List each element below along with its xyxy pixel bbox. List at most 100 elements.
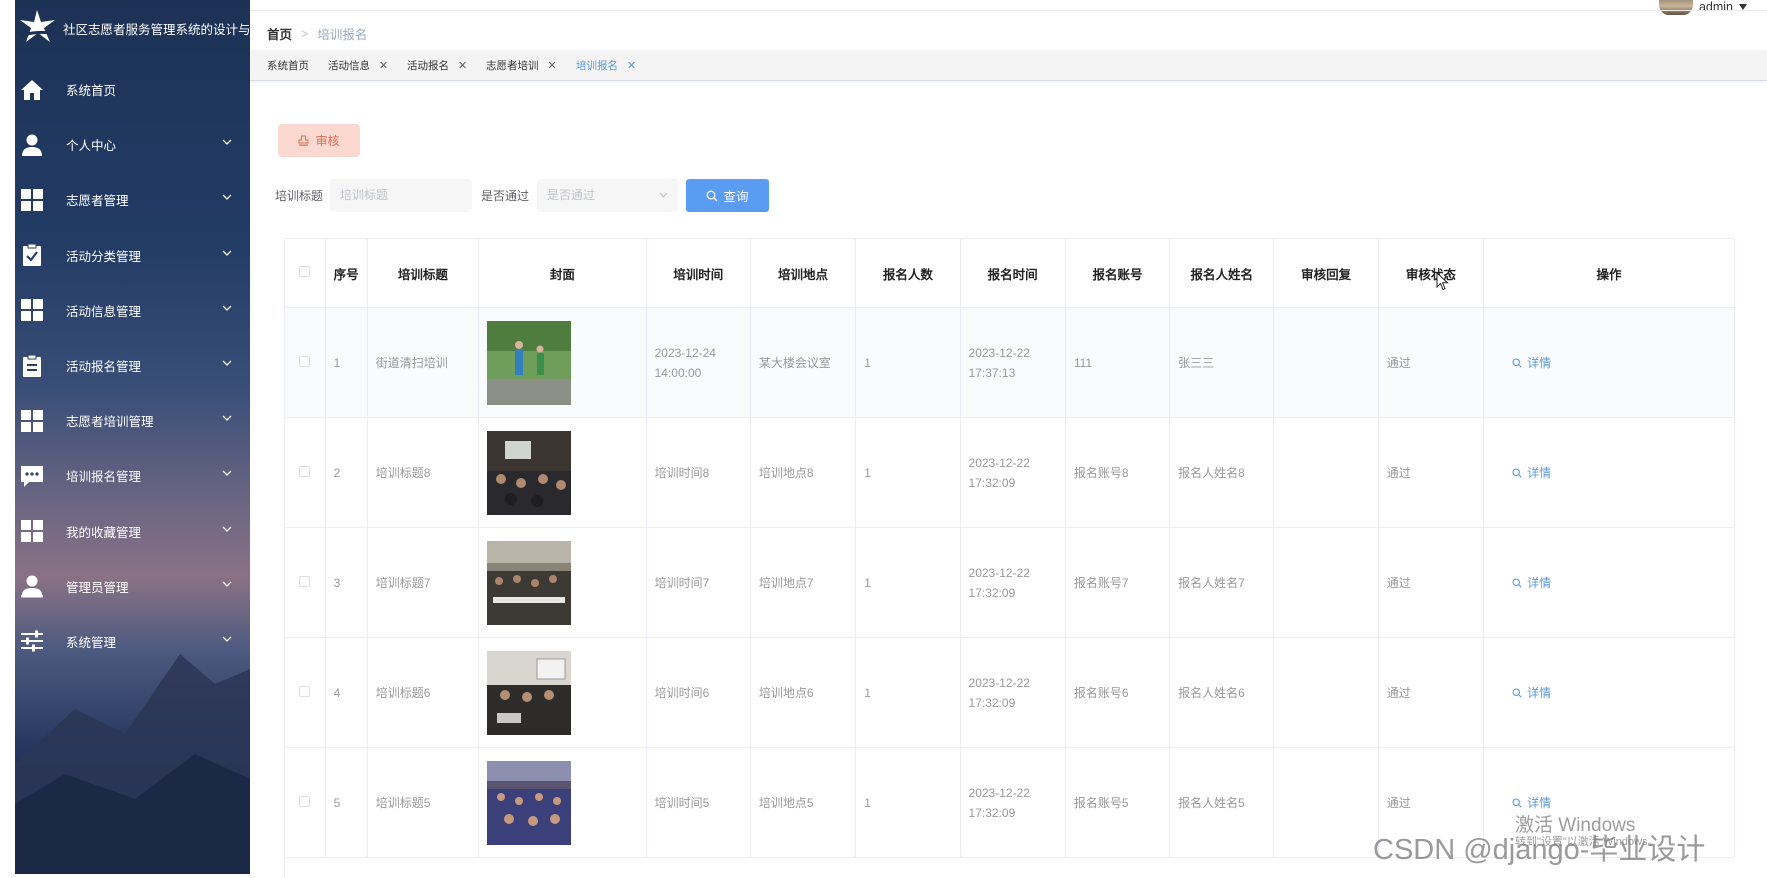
sidebar-item-label: 活动报名管理: [66, 360, 142, 375]
index-cell: 2: [325, 417, 368, 528]
row-select-cell[interactable]: [285, 307, 326, 418]
sidebar-item-label: 活动分类管理: [66, 249, 142, 264]
column-header: 序号: [325, 238, 368, 308]
training-signup-table: 序号 培训标题 封面 培训时间 培训地点 报名人数 报名时间 报名账号 报名人姓…: [284, 238, 1735, 878]
breadcrumb-separator: >: [301, 26, 309, 41]
account-cell: 111: [1065, 307, 1171, 418]
cover-image[interactable]: [487, 430, 572, 515]
cover-image[interactable]: [487, 650, 572, 735]
sidebar-item-volunteer-training[interactable]: 志愿者培训管理: [15, 393, 250, 448]
pass-filter-placeholder: 是否通过: [547, 188, 596, 202]
detail-button[interactable]: 详情: [1492, 463, 1726, 483]
row-checkbox[interactable]: [299, 575, 311, 587]
sidebar-item-activity-signup[interactable]: 活动报名管理: [15, 338, 250, 393]
name-cell: 报名人姓名6: [1169, 637, 1275, 748]
training-place-cell: 培训地点7: [750, 527, 857, 638]
pass-filter-label: 是否通过: [481, 189, 530, 203]
tab-system-home[interactable]: 系统首页: [267, 58, 309, 73]
title-search-input[interactable]: 培训标题: [330, 179, 472, 212]
chevron-down-icon: [222, 470, 232, 477]
breadcrumb-home[interactable]: 首页: [267, 24, 292, 43]
signup-time-cell: 2023-12-22 17:32:09: [960, 417, 1066, 528]
chat-icon: [20, 464, 44, 488]
grid-icon: [20, 409, 44, 433]
row-select-cell[interactable]: [285, 637, 326, 748]
pass-filter-select[interactable]: 是否通过: [537, 179, 678, 212]
table-row: 4 培训标题6 培训时间6 培训地点6 1 2023-12-22 17:32:0…: [285, 637, 1735, 748]
row-checkbox[interactable]: [299, 355, 311, 367]
cover-cell: [478, 417, 647, 528]
status-cell: 通过: [1378, 637, 1485, 748]
index-cell: 4: [325, 637, 368, 748]
query-button[interactable]: 查询: [686, 179, 769, 212]
chevron-down-icon: [222, 636, 232, 642]
column-header: 培训标题: [367, 238, 480, 308]
sidebar-item-activity-info[interactable]: 活动信息管理: [15, 283, 250, 338]
sidebar-item-admin-management[interactable]: 管理员管理: [15, 559, 250, 614]
chevron-down-icon: [222, 305, 232, 311]
tab-training-signup[interactable]: 培训报名 ✕: [576, 58, 636, 73]
sidebar-item-home[interactable]: 系统首页: [15, 62, 250, 117]
row-select-cell[interactable]: [285, 747, 326, 858]
select-all-cell[interactable]: [285, 238, 326, 308]
table-row: 5 培训标题5 培训时间5 培训地点5 1 2023-12-22 17:32:0…: [285, 747, 1735, 858]
brand: 社区志愿者服务管理系统的设计与实现: [15, 0, 250, 56]
sidebar-item-training-signup[interactable]: 培训报名管理: [15, 448, 250, 503]
detail-button[interactable]: 详情: [1492, 793, 1726, 813]
window-left-edge: [0, 0, 15, 874]
status-cell: 通过: [1378, 527, 1485, 638]
training-time-cell: 培训时间6: [646, 637, 751, 748]
close-icon[interactable]: ✕: [627, 59, 636, 72]
chevron-down-icon: [222, 581, 232, 587]
row-checkbox[interactable]: [299, 465, 311, 477]
detail-button[interactable]: 详情: [1492, 683, 1726, 703]
training-time-cell: 培训时间7: [646, 527, 751, 638]
row-checkbox[interactable]: [299, 795, 311, 807]
close-icon[interactable]: ✕: [458, 59, 467, 72]
sidebar-item-system-management[interactable]: 系统管理: [15, 614, 250, 669]
search-icon: [707, 190, 718, 201]
breadcrumb: 首页 > 培训报名: [267, 24, 367, 43]
cover-cell: [478, 307, 647, 418]
name-cell: 报名人姓名5: [1169, 747, 1275, 858]
tab-volunteer-training[interactable]: 志愿者培训 ✕: [486, 58, 557, 73]
admin-icon: [20, 574, 44, 598]
sidebar-item-label: 系统首页: [66, 84, 117, 99]
row-checkbox[interactable]: [299, 685, 311, 697]
sidebar-item-my-favorites[interactable]: 我的收藏管理: [15, 504, 250, 559]
audit-button-label: 审核: [315, 134, 340, 148]
sidebar-item-volunteer-management[interactable]: 志愿者管理: [15, 172, 250, 227]
sidebar-item-label: 志愿者管理: [66, 194, 129, 209]
query-button-label: 查询: [723, 190, 749, 204]
clipboard-icon: [20, 354, 44, 378]
user-name[interactable]: admin: [1699, 0, 1733, 14]
tab-activity-info[interactable]: 活动信息 ✕: [328, 58, 388, 73]
signup-count-cell: 1: [855, 527, 961, 638]
sidebar-item-activity-category[interactable]: 活动分类管理: [15, 228, 250, 283]
signup-count-cell: 1: [855, 637, 961, 748]
column-header: 报名人数: [855, 238, 961, 308]
detail-button[interactable]: 详情: [1492, 353, 1726, 373]
select-all-checkbox[interactable]: [299, 266, 311, 277]
sidebar-item-label: 个人中心: [66, 139, 117, 154]
tab-activity-signup[interactable]: 活动报名 ✕: [407, 58, 467, 73]
column-header: 操作: [1483, 238, 1735, 308]
user-menu[interactable]: admin: [1658, 0, 1747, 15]
cover-image[interactable]: [487, 540, 572, 625]
close-icon[interactable]: ✕: [379, 59, 388, 72]
sidebar-item-label: 活动信息管理: [66, 304, 142, 319]
title-cell: 培训标题6: [367, 637, 480, 748]
close-icon[interactable]: ✕: [548, 59, 557, 72]
title-cell: 培训标题5: [367, 747, 480, 858]
row-select-cell[interactable]: [285, 417, 326, 528]
row-select-cell[interactable]: [285, 527, 326, 638]
detail-button[interactable]: 详情: [1492, 573, 1726, 593]
signup-count-cell: 1: [855, 307, 961, 418]
signup-count-cell: 1: [855, 417, 961, 528]
avatar[interactable]: [1658, 0, 1693, 15]
cover-image[interactable]: [487, 760, 572, 845]
sidebar-item-personal-center[interactable]: 个人中心: [15, 117, 250, 172]
audit-button[interactable]: 审核: [278, 124, 360, 157]
column-header: 审核回复: [1273, 238, 1379, 308]
cover-image[interactable]: [487, 320, 572, 405]
